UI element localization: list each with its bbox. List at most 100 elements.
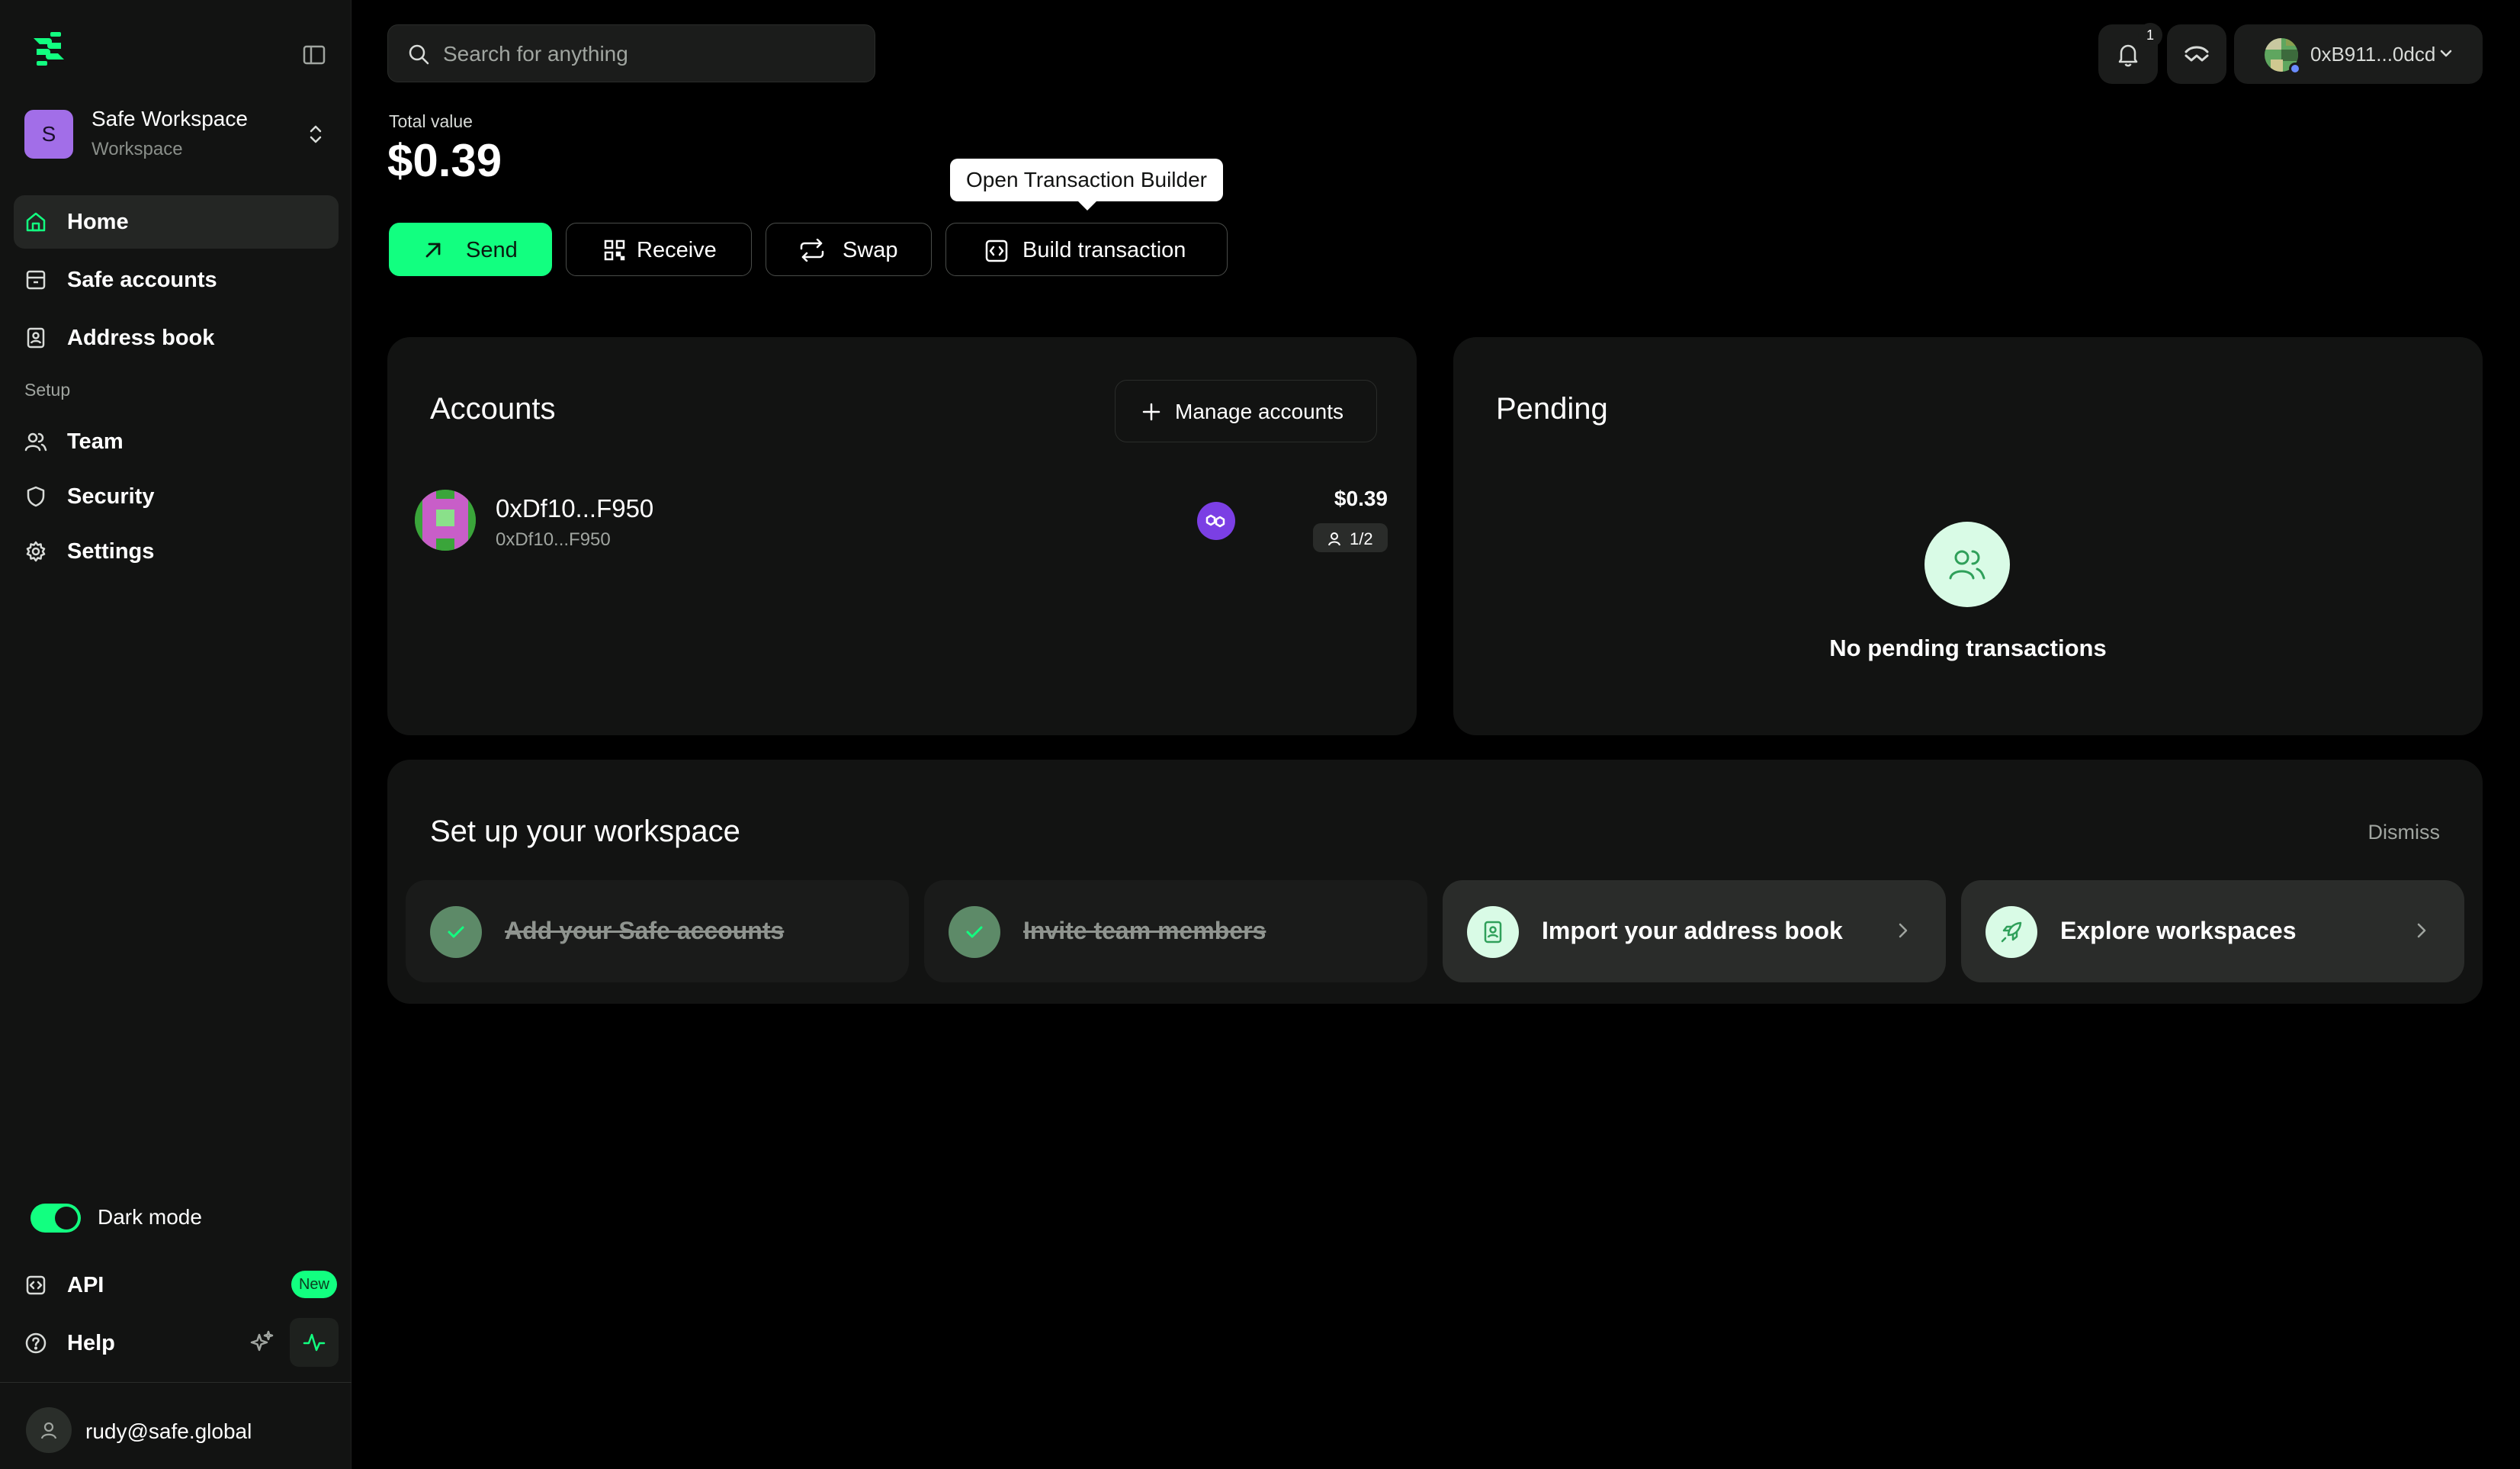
gear-icon: [24, 540, 47, 563]
shield-icon: [24, 485, 47, 508]
network-indicator: [2289, 63, 2301, 75]
activity-button[interactable]: [290, 1318, 339, 1367]
help-icon: [24, 1332, 47, 1355]
user-email: rudy@safe.global: [85, 1419, 252, 1443]
arrow-up-right-icon: [425, 243, 441, 258]
qr-code-icon: [604, 239, 625, 261]
sidebar-item-label: Help: [67, 1330, 115, 1355]
search-bar[interactable]: [387, 24, 875, 82]
sidebar-item-label: Safe accounts: [67, 267, 217, 292]
code-box-icon: [985, 239, 1008, 262]
threshold-badge: 1/2: [1313, 523, 1388, 552]
manage-accounts-label: Manage accounts: [1175, 400, 1344, 423]
sidebar-item-team[interactable]: Team: [14, 415, 339, 468]
accounts-title: Accounts: [430, 392, 556, 426]
polygon-chain-icon: [1197, 502, 1235, 540]
sidebar-item-address-book[interactable]: Address book: [14, 311, 339, 365]
chevron-right-icon: [2417, 923, 2426, 938]
swap-button[interactable]: Swap: [766, 223, 932, 276]
pending-title: Pending: [1496, 392, 1608, 426]
manage-accounts-button[interactable]: Manage accounts: [1115, 380, 1377, 442]
walletconnect-icon: [2185, 46, 2209, 62]
sidebar: S Safe Workspace Workspace Home Safe acc…: [0, 0, 352, 1469]
setup-step-label: Explore workspaces: [2060, 917, 2297, 944]
sidebar-item-safe-accounts[interactable]: Safe accounts: [14, 253, 339, 307]
workspace-name: Safe Workspace: [91, 107, 248, 130]
dismiss-button[interactable]: Dismiss: [2368, 821, 2441, 844]
sidebar-item-label: Settings: [67, 538, 155, 564]
chevron-down-icon: [2440, 50, 2452, 57]
receive-button[interactable]: Receive: [566, 223, 752, 276]
sidebar-item-help[interactable]: Help: [14, 1316, 235, 1370]
sidebar-item-label: API: [67, 1272, 104, 1297]
swap-label: Swap: [843, 238, 898, 262]
total-value-label: Total value: [389, 111, 473, 131]
setup-step-label: Add your Safe accounts: [505, 917, 785, 944]
accounts-card: Accounts Manage accounts 0xDf10...F950 0…: [387, 337, 1417, 735]
setup-step-invite-team[interactable]: Invite team members: [924, 880, 1427, 982]
chevron-up-down-icon: [302, 121, 329, 148]
new-badge: New: [291, 1271, 337, 1298]
search-icon: [409, 44, 429, 65]
account-identicon: [415, 490, 476, 551]
sidebar-item-settings[interactable]: Settings: [14, 525, 339, 578]
user-profile[interactable]: rudy@safe.global: [0, 1382, 352, 1469]
account-balance: $0.39: [1334, 487, 1388, 510]
list-item[interactable]: 0xDf10...F950 0xDf10...F950 $0.39 1/2: [415, 487, 1388, 555]
sidebar-item-label: Security: [67, 484, 155, 509]
threshold-value: 1/2: [1350, 529, 1373, 548]
notification-count-badge: 1: [2138, 23, 2162, 47]
dark-mode-label: Dark mode: [98, 1205, 202, 1229]
receive-label: Receive: [637, 238, 717, 262]
sparkles-icon[interactable]: [249, 1329, 276, 1356]
avatar: [26, 1407, 72, 1453]
sidebar-item-label: Address book: [67, 325, 215, 350]
sidebar-item-label: Team: [67, 429, 124, 454]
account-name: 0xDf10...F950: [496, 494, 654, 522]
total-value: $0.39: [387, 135, 502, 186]
workspace-switcher[interactable]: S Safe Workspace Workspace: [24, 107, 337, 162]
swap-icon: [800, 239, 824, 262]
user-icon: [1328, 532, 1340, 546]
activity-icon: [303, 1333, 326, 1352]
empty-state-text: No pending transactions: [1829, 635, 2107, 661]
setup-step-import-address-book[interactable]: Import your address book: [1443, 880, 1946, 982]
search-input[interactable]: [443, 36, 855, 72]
setup-step-add-accounts[interactable]: Add your Safe accounts: [406, 880, 909, 982]
address-book-icon: [24, 326, 47, 349]
safe-logo-icon[interactable]: [27, 27, 70, 70]
setup-title: Set up your workspace: [430, 815, 740, 848]
sidebar-item-home[interactable]: Home: [14, 195, 339, 249]
build-transaction-label: Build transaction: [1022, 238, 1186, 262]
safe-icon: [24, 268, 47, 291]
team-empty-icon: [1925, 522, 2010, 607]
tooltip-arrow: [1077, 200, 1098, 211]
account-menu-button[interactable]: 0xB911...0dcd: [2234, 24, 2483, 84]
address-book-icon: [1467, 906, 1519, 958]
api-icon: [24, 1274, 47, 1297]
setup-step-label: Invite team members: [1023, 917, 1266, 944]
walletconnect-button[interactable]: [2167, 24, 2226, 84]
rocket-icon: [1986, 906, 2037, 958]
dark-mode-toggle[interactable]: [30, 1204, 81, 1233]
plus-icon: [1142, 403, 1160, 421]
team-icon: [24, 430, 47, 453]
setup-step-explore-workspaces[interactable]: Explore workspaces: [1961, 880, 2464, 982]
check-icon: [949, 906, 1000, 958]
collapse-sidebar-icon[interactable]: [300, 41, 328, 69]
sidebar-item-security[interactable]: Security: [14, 470, 339, 523]
workspace-avatar: S: [24, 110, 73, 159]
tooltip: Open Transaction Builder: [950, 159, 1223, 201]
connected-address: 0xB911...0dcd: [2310, 43, 2436, 66]
sidebar-item-api[interactable]: API: [14, 1258, 339, 1312]
toggle-knob: [55, 1207, 78, 1230]
workspace-type: Workspace: [91, 139, 183, 159]
home-icon: [24, 211, 47, 233]
check-icon: [430, 906, 482, 958]
bell-icon: [2118, 44, 2138, 67]
chevron-right-icon: [1899, 923, 1908, 938]
setup-step-label: Import your address book: [1542, 917, 1843, 944]
account-address: 0xDf10...F950: [496, 529, 611, 550]
build-transaction-button[interactable]: Build transaction: [945, 223, 1228, 276]
send-button[interactable]: Send: [389, 223, 552, 276]
